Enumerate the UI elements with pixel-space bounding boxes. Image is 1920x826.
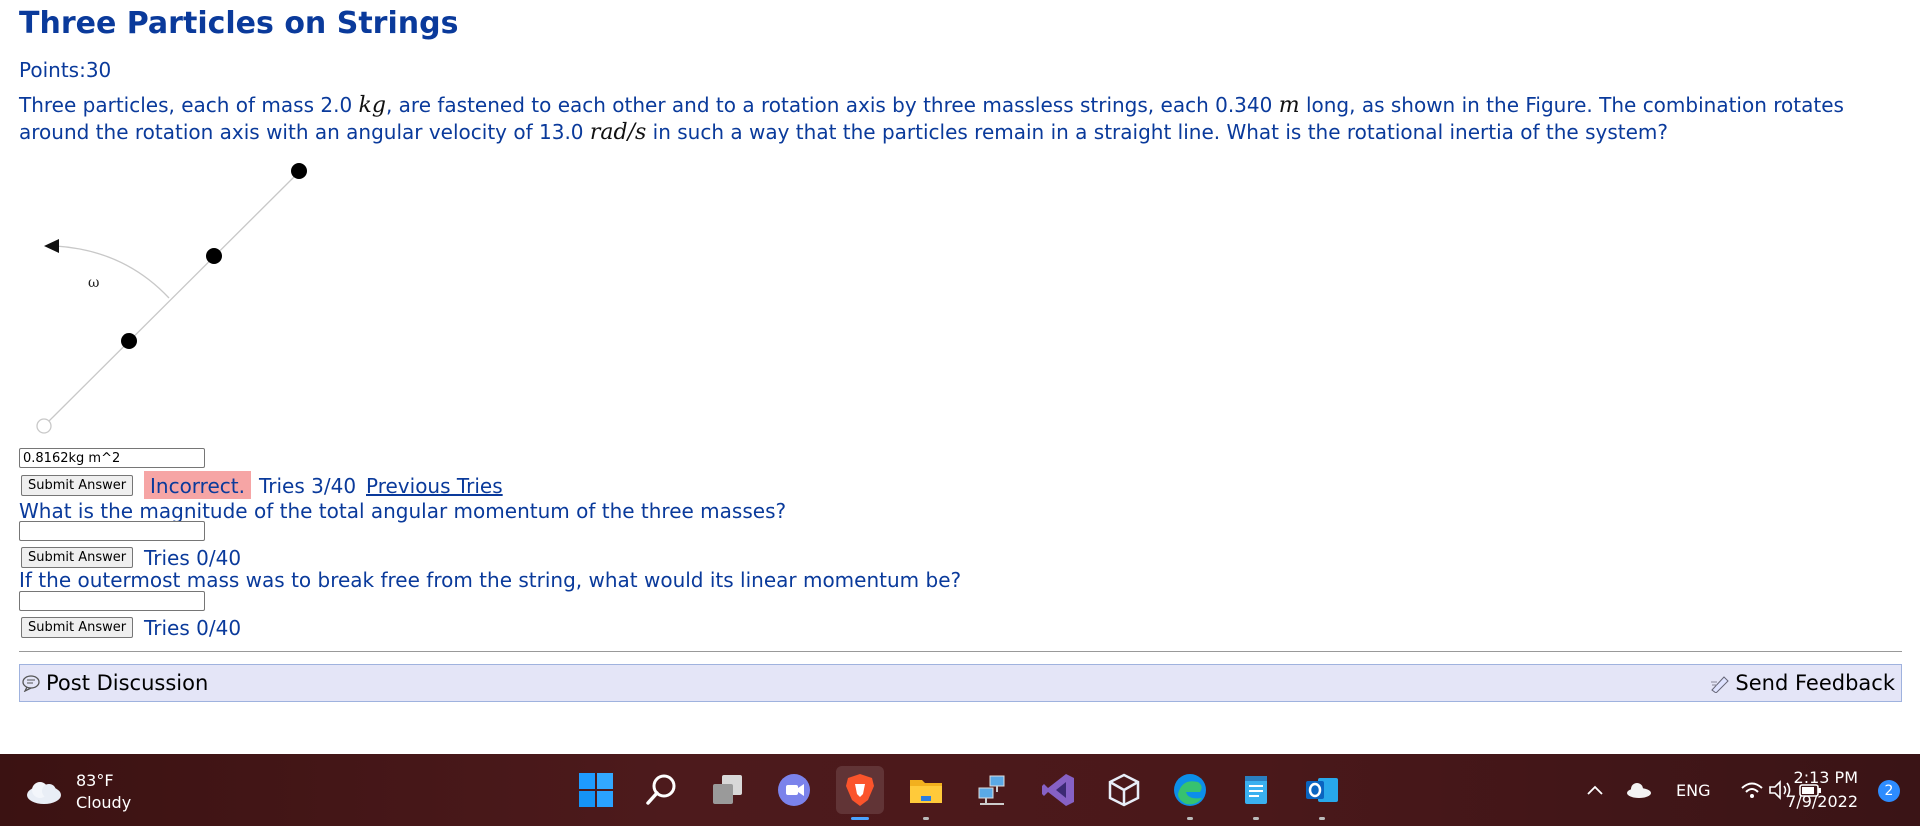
submit-answer-button-3[interactable]: Submit Answer [21, 617, 134, 638]
notification-badge[interactable]: 2 [1878, 780, 1900, 802]
answer-input-2[interactable] [19, 521, 205, 541]
post-discussion-button[interactable]: Post Discussion [22, 665, 208, 701]
particle-2 [206, 248, 222, 264]
chat-bubble-icon [22, 675, 40, 692]
omega-label: ω [88, 275, 99, 291]
windows-start-icon[interactable] [572, 766, 620, 814]
problem-content: Three Particles on Strings Points:30 Thr… [0, 0, 1920, 754]
submit-answer-button-2[interactable]: Submit Answer [21, 547, 134, 568]
task-view-icon[interactable] [704, 766, 752, 814]
tries-counter-1: Tries 3/40 [259, 474, 357, 498]
active-indicator [851, 817, 869, 820]
language-indicator[interactable]: ENG [1676, 754, 1710, 826]
rotation-arc [54, 245, 170, 299]
length-unit: m [1278, 93, 1300, 118]
question-text: Three particles, each of mass 2.0 kg, ar… [19, 93, 1844, 145]
answer-input-1[interactable] [19, 448, 205, 468]
notepad-icon[interactable] [1232, 766, 1280, 820]
virtualbox-icon[interactable] [1100, 766, 1148, 814]
running-indicator [1187, 817, 1193, 820]
answer-input-3[interactable] [19, 591, 205, 611]
teams-chat-icon[interactable] [770, 766, 818, 814]
previous-tries-link[interactable]: Previous Tries [366, 474, 503, 498]
page-title: Three Particles on Strings [19, 6, 459, 41]
particle-3 [291, 163, 307, 179]
feedback-icon [1711, 676, 1730, 693]
status-badge-incorrect: Incorrect. [144, 471, 251, 499]
clock[interactable]: 2:13 PM 7/9/2022 [1786, 766, 1858, 814]
angular-velocity-unit: rad/s [589, 120, 647, 145]
mass-unit: kg [358, 93, 386, 118]
wifi-icon[interactable] [1740, 754, 1764, 826]
onedrive-cloud-icon[interactable] [1626, 754, 1652, 826]
send-feedback-label: Send Feedback [1735, 671, 1895, 695]
taskbar-apps [572, 766, 1346, 820]
tries-counter-3: Tries 0/40 [144, 616, 242, 640]
send-feedback-button[interactable]: Send Feedback [1709, 665, 1895, 701]
particle-1 [121, 333, 137, 349]
axis-point [36, 418, 52, 434]
outlook-icon[interactable] [1298, 766, 1346, 820]
points-label: Points:30 [19, 58, 112, 82]
string-line [43, 171, 300, 427]
file-explorer-icon[interactable] [902, 766, 950, 820]
running-indicator [1253, 817, 1259, 820]
chevron-up-icon[interactable] [1586, 754, 1604, 826]
discussion-bar: Post Discussion Send Feedback [19, 664, 1902, 702]
weather-description: Cloudy [76, 793, 132, 812]
system-tray: ENG 2:13 PM 7/9/2022 2 [1500, 754, 1920, 826]
weather-temperature: 83°F [76, 771, 114, 790]
network-app-icon[interactable] [968, 766, 1016, 814]
particles-figure: ω [36, 163, 307, 434]
brave-browser-icon[interactable] [836, 766, 884, 820]
question-part-2: What is the magnitude of the total angul… [19, 499, 787, 523]
tries-counter-2: Tries 0/40 [144, 546, 242, 570]
visual-studio-icon[interactable] [1034, 766, 1082, 814]
submit-answer-button-1[interactable]: Submit Answer [21, 475, 134, 496]
clock-time: 2:13 PM [1793, 768, 1858, 787]
running-indicator [1319, 817, 1325, 820]
search-icon[interactable] [638, 766, 686, 814]
post-discussion-label: Post Discussion [46, 671, 209, 695]
weather-widget[interactable]: 83°F Cloudy [24, 770, 131, 814]
running-indicator [923, 817, 929, 820]
clock-date: 7/9/2022 [1786, 792, 1858, 811]
question-part-3: If the outermost mass was to break free … [19, 568, 962, 592]
taskbar: 83°F Cloudy ENG 2:13 PM 7/9/2022 2 [0, 754, 1920, 826]
divider [19, 651, 1902, 652]
edge-browser-icon[interactable] [1166, 766, 1214, 820]
cloud-icon [27, 782, 61, 804]
rotation-arrowhead [44, 239, 59, 253]
